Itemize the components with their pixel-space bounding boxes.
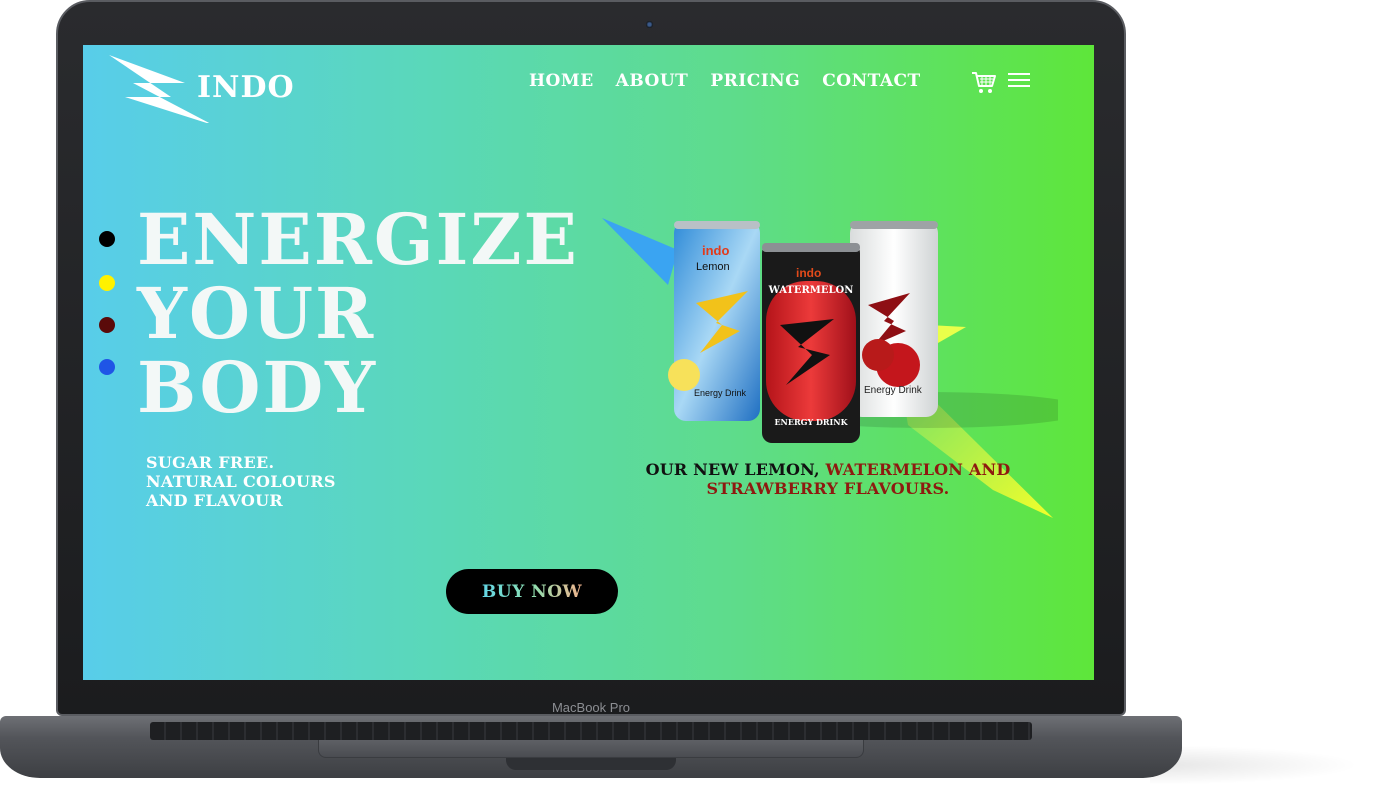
buy-now-label: BUY NOW [481, 581, 583, 602]
flavours-part-3: STRAWBERRY FLAVOURS. [706, 479, 950, 498]
keyboard [150, 722, 1032, 740]
bullet-yellow [99, 275, 115, 291]
bullet-maroon [99, 317, 115, 333]
brand-name: INDO [197, 70, 295, 105]
flavours-announcement: OUR NEW LEMON, WATERMELON AND STRAWBERRY… [628, 460, 1028, 498]
base-notch [506, 758, 676, 770]
headline-line-1: ENERGIZE [137, 198, 579, 281]
camera-icon [646, 21, 653, 28]
can-strawberry-caption: Energy Drink [864, 385, 923, 396]
nav-contact[interactable]: CONTACT [822, 71, 920, 91]
can-lemon-flavour: Lemon [696, 261, 730, 273]
bullet-black [99, 231, 115, 247]
flavours-part-2: WATERMELON AND [825, 460, 1011, 479]
nav-home[interactable]: HOME [529, 71, 594, 91]
buy-now-button[interactable]: BUY NOW [446, 569, 618, 614]
bullet-blue [99, 359, 115, 375]
hamburger-menu-icon[interactable] [1008, 72, 1030, 87]
cart-icon[interactable] [971, 71, 997, 95]
can-lemon-brand: indo [702, 243, 729, 258]
can-watermelon-caption: ENERGY DRINK [774, 417, 848, 427]
tagline-line-2: NATURAL COLOURS [146, 472, 336, 491]
nav-about[interactable]: ABOUT [616, 71, 689, 91]
tagline: SUGAR FREE. NATURAL COLOURS AND FLAVOUR [146, 453, 336, 510]
device-label: MacBook Pro [551, 700, 631, 715]
tagline-line-3: AND FLAVOUR [146, 491, 283, 510]
headline-line-2: YOUR [137, 272, 376, 355]
can-watermelon-brand: indo [796, 266, 821, 280]
trackpad [318, 740, 864, 758]
nav-pricing[interactable]: PRICING [710, 71, 800, 91]
brand-logo[interactable]: INDO [105, 53, 295, 123]
headline-line-3: BODY [137, 346, 378, 429]
website-screen: INDO HOME ABOUT PRICING CONTACT ENERGIZE… [83, 45, 1094, 680]
flavours-part-1: OUR NEW LEMON, [645, 460, 820, 479]
can-watermelon-flavour: WATERMELON [768, 285, 854, 296]
can-lemon-caption: Energy Drink [694, 388, 747, 398]
main-nav: HOME ABOUT PRICING CONTACT [529, 71, 921, 91]
tagline-line-1: SUGAR FREE. [146, 453, 275, 472]
